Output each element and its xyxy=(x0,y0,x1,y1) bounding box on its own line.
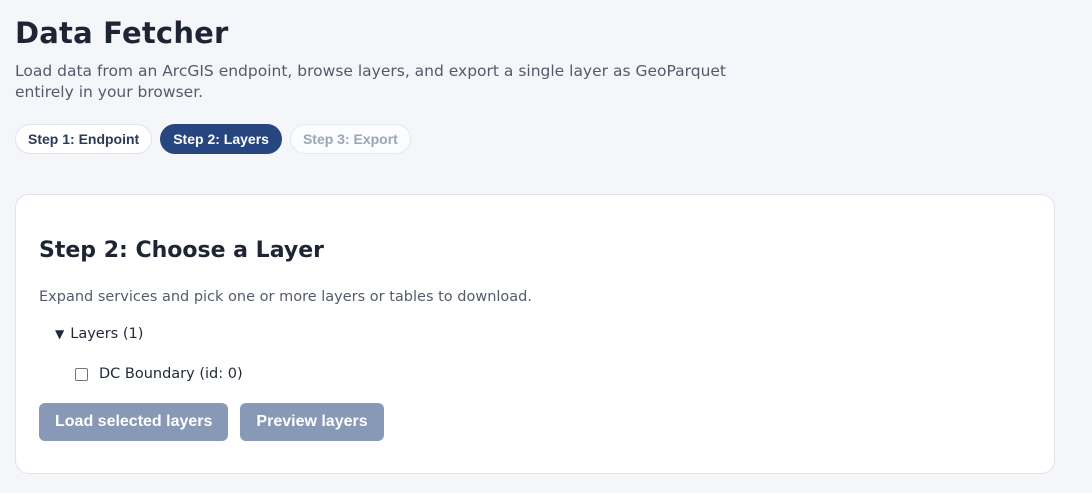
layers-tree-label: Layers (1) xyxy=(70,326,144,342)
caret-down-icon: ▼ xyxy=(55,327,65,341)
layers-tree-toggle[interactable]: ▼ Layers (1) xyxy=(55,326,143,342)
load-selected-layers-button[interactable]: Load selected layers xyxy=(39,403,229,441)
page-subtitle: Load data from an ArcGIS endpoint, brows… xyxy=(15,62,727,101)
tab-step-layers[interactable]: Step 2: Layers xyxy=(160,124,282,154)
tab-step-export[interactable]: Step 3: Export xyxy=(289,124,411,154)
layer-item-label: DC Boundary (id: 0) xyxy=(99,366,243,382)
layer-checkbox[interactable] xyxy=(75,367,88,381)
layers-card: Step 2: Choose a Layer Expand services a… xyxy=(15,194,1055,474)
card-description: Expand services and pick one or more lay… xyxy=(39,289,532,305)
card-title: Step 2: Choose a Layer xyxy=(39,238,324,263)
action-buttons: Load selected layers Preview layers xyxy=(39,403,384,441)
step-tabs: Step 1: Endpoint Step 2: Layers Step 3: … xyxy=(15,124,411,154)
tab-step-endpoint[interactable]: Step 1: Endpoint xyxy=(15,124,153,154)
layer-item-dc-boundary[interactable]: DC Boundary (id: 0) xyxy=(75,366,243,382)
page-title: Data Fetcher xyxy=(15,16,229,50)
preview-layers-button[interactable]: Preview layers xyxy=(240,403,384,441)
